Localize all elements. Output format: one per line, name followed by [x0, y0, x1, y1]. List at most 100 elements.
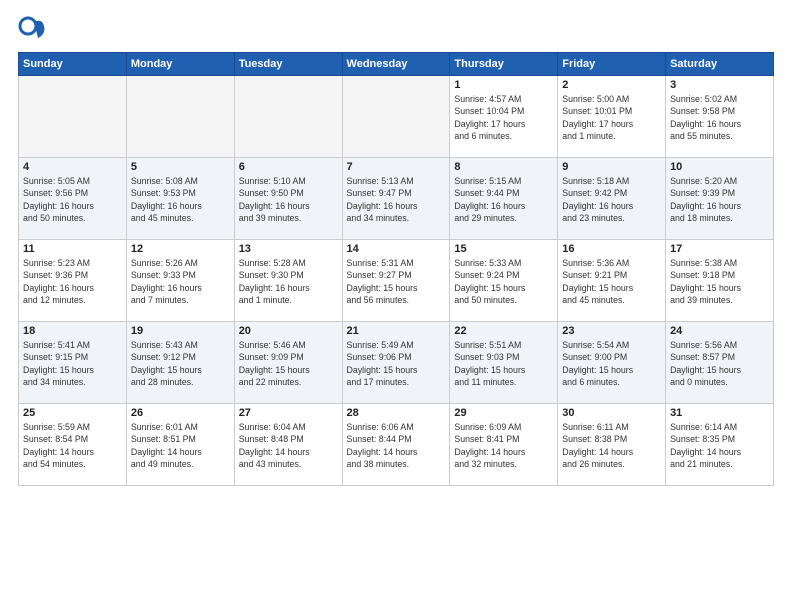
day-number: 31 — [670, 407, 769, 419]
day-number: 17 — [670, 243, 769, 255]
day-number: 10 — [670, 161, 769, 173]
day-number: 11 — [23, 243, 122, 255]
calendar-cell: 3 Sunrise: 5:02 AM Sunset: 9:58 PM Daylig… — [666, 76, 774, 158]
calendar-cell — [234, 76, 342, 158]
day-number: 16 — [562, 243, 661, 255]
weekday-header: Friday — [558, 53, 666, 76]
day-info: Sunrise: 4:57 AM Sunset: 10:04 PM Daylig… — [454, 93, 553, 142]
day-number: 26 — [131, 407, 230, 419]
weekday-header: Sunday — [19, 53, 127, 76]
calendar-cell: 6 Sunrise: 5:10 AM Sunset: 9:50 PM Daylig… — [234, 158, 342, 240]
day-info: Sunrise: 5:36 AM Sunset: 9:21 PM Dayligh… — [562, 257, 661, 306]
day-info: Sunrise: 5:59 AM Sunset: 8:54 PM Dayligh… — [23, 421, 122, 470]
day-info: Sunrise: 5:20 AM Sunset: 9:39 PM Dayligh… — [670, 175, 769, 224]
calendar-cell: 25 Sunrise: 5:59 AM Sunset: 8:54 PM Dayli… — [19, 404, 127, 486]
calendar-cell: 23 Sunrise: 5:54 AM Sunset: 9:00 PM Dayli… — [558, 322, 666, 404]
calendar: SundayMondayTuesdayWednesdayThursdayFrid… — [18, 52, 774, 486]
day-number: 15 — [454, 243, 553, 255]
calendar-cell: 14 Sunrise: 5:31 AM Sunset: 9:27 PM Dayli… — [342, 240, 450, 322]
calendar-cell: 29 Sunrise: 6:09 AM Sunset: 8:41 PM Dayli… — [450, 404, 558, 486]
day-number: 22 — [454, 325, 553, 337]
day-number: 1 — [454, 79, 553, 91]
calendar-week-row: 18 Sunrise: 5:41 AM Sunset: 9:15 PM Dayli… — [19, 322, 774, 404]
calendar-cell: 10 Sunrise: 5:20 AM Sunset: 9:39 PM Dayli… — [666, 158, 774, 240]
day-info: Sunrise: 5:08 AM Sunset: 9:53 PM Dayligh… — [131, 175, 230, 224]
weekday-header: Wednesday — [342, 53, 450, 76]
day-info: Sunrise: 6:01 AM Sunset: 8:51 PM Dayligh… — [131, 421, 230, 470]
calendar-week-row: 1 Sunrise: 4:57 AM Sunset: 10:04 PM Dayli… — [19, 76, 774, 158]
calendar-week-row: 25 Sunrise: 5:59 AM Sunset: 8:54 PM Dayli… — [19, 404, 774, 486]
day-info: Sunrise: 5:18 AM Sunset: 9:42 PM Dayligh… — [562, 175, 661, 224]
day-info: Sunrise: 5:38 AM Sunset: 9:18 PM Dayligh… — [670, 257, 769, 306]
day-info: Sunrise: 5:31 AM Sunset: 9:27 PM Dayligh… — [347, 257, 446, 306]
calendar-cell: 31 Sunrise: 6:14 AM Sunset: 8:35 PM Dayli… — [666, 404, 774, 486]
day-number: 20 — [239, 325, 338, 337]
calendar-cell: 22 Sunrise: 5:51 AM Sunset: 9:03 PM Dayli… — [450, 322, 558, 404]
calendar-cell — [126, 76, 234, 158]
day-info: Sunrise: 5:46 AM Sunset: 9:09 PM Dayligh… — [239, 339, 338, 388]
day-info: Sunrise: 5:43 AM Sunset: 9:12 PM Dayligh… — [131, 339, 230, 388]
day-info: Sunrise: 5:41 AM Sunset: 9:15 PM Dayligh… — [23, 339, 122, 388]
calendar-cell: 27 Sunrise: 6:04 AM Sunset: 8:48 PM Dayli… — [234, 404, 342, 486]
day-info: Sunrise: 5:15 AM Sunset: 9:44 PM Dayligh… — [454, 175, 553, 224]
day-info: Sunrise: 6:04 AM Sunset: 8:48 PM Dayligh… — [239, 421, 338, 470]
day-number: 14 — [347, 243, 446, 255]
calendar-cell: 2Sunrise: 5:00 AM Sunset: 10:01 PM Dayli… — [558, 76, 666, 158]
day-info: Sunrise: 5:23 AM Sunset: 9:36 PM Dayligh… — [23, 257, 122, 306]
calendar-cell: 18 Sunrise: 5:41 AM Sunset: 9:15 PM Dayli… — [19, 322, 127, 404]
logo — [18, 16, 50, 44]
day-number: 23 — [562, 325, 661, 337]
weekday-header: Monday — [126, 53, 234, 76]
day-number: 7 — [347, 161, 446, 173]
day-info: Sunrise: 5:02 AM Sunset: 9:58 PM Dayligh… — [670, 93, 769, 142]
weekday-header: Tuesday — [234, 53, 342, 76]
page: SundayMondayTuesdayWednesdayThursdayFrid… — [0, 0, 792, 612]
calendar-cell: 28 Sunrise: 6:06 AM Sunset: 8:44 PM Dayli… — [342, 404, 450, 486]
day-number: 24 — [670, 325, 769, 337]
day-info: Sunrise: 5:54 AM Sunset: 9:00 PM Dayligh… — [562, 339, 661, 388]
day-number: 27 — [239, 407, 338, 419]
day-info: Sunrise: 5:56 AM Sunset: 8:57 PM Dayligh… — [670, 339, 769, 388]
weekday-header: Thursday — [450, 53, 558, 76]
day-number: 8 — [454, 161, 553, 173]
day-info: Sunrise: 5:00 AM Sunset: 10:01 PM Daylig… — [562, 93, 661, 142]
day-number: 25 — [23, 407, 122, 419]
day-info: Sunrise: 5:10 AM Sunset: 9:50 PM Dayligh… — [239, 175, 338, 224]
day-info: Sunrise: 5:13 AM Sunset: 9:47 PM Dayligh… — [347, 175, 446, 224]
calendar-week-row: 4 Sunrise: 5:05 AM Sunset: 9:56 PM Daylig… — [19, 158, 774, 240]
day-info: Sunrise: 6:11 AM Sunset: 8:38 PM Dayligh… — [562, 421, 661, 470]
day-info: Sunrise: 5:51 AM Sunset: 9:03 PM Dayligh… — [454, 339, 553, 388]
day-number: 9 — [562, 161, 661, 173]
calendar-cell: 13Sunrise: 5:28 AM Sunset: 9:30 PM Dayli… — [234, 240, 342, 322]
calendar-header-row: SundayMondayTuesdayWednesdayThursdayFrid… — [19, 53, 774, 76]
day-info: Sunrise: 5:05 AM Sunset: 9:56 PM Dayligh… — [23, 175, 122, 224]
weekday-header: Saturday — [666, 53, 774, 76]
day-number: 4 — [23, 161, 122, 173]
calendar-cell — [19, 76, 127, 158]
day-info: Sunrise: 5:26 AM Sunset: 9:33 PM Dayligh… — [131, 257, 230, 306]
day-number: 5 — [131, 161, 230, 173]
day-info: Sunrise: 6:14 AM Sunset: 8:35 PM Dayligh… — [670, 421, 769, 470]
day-info: Sunrise: 6:06 AM Sunset: 8:44 PM Dayligh… — [347, 421, 446, 470]
calendar-cell: 19 Sunrise: 5:43 AM Sunset: 9:12 PM Dayli… — [126, 322, 234, 404]
calendar-cell: 4 Sunrise: 5:05 AM Sunset: 9:56 PM Daylig… — [19, 158, 127, 240]
day-number: 3 — [670, 79, 769, 91]
day-info: Sunrise: 5:33 AM Sunset: 9:24 PM Dayligh… — [454, 257, 553, 306]
day-number: 29 — [454, 407, 553, 419]
day-number: 28 — [347, 407, 446, 419]
day-info: Sunrise: 6:09 AM Sunset: 8:41 PM Dayligh… — [454, 421, 553, 470]
calendar-cell: 16 Sunrise: 5:36 AM Sunset: 9:21 PM Dayli… — [558, 240, 666, 322]
day-number: 12 — [131, 243, 230, 255]
calendar-cell: 9 Sunrise: 5:18 AM Sunset: 9:42 PM Daylig… — [558, 158, 666, 240]
logo-icon — [18, 16, 46, 44]
calendar-cell: 15 Sunrise: 5:33 AM Sunset: 9:24 PM Dayli… — [450, 240, 558, 322]
day-info: Sunrise: 5:49 AM Sunset: 9:06 PM Dayligh… — [347, 339, 446, 388]
header — [18, 16, 774, 44]
calendar-cell: 1 Sunrise: 4:57 AM Sunset: 10:04 PM Dayli… — [450, 76, 558, 158]
calendar-cell: 30Sunrise: 6:11 AM Sunset: 8:38 PM Dayli… — [558, 404, 666, 486]
day-number: 19 — [131, 325, 230, 337]
day-number: 18 — [23, 325, 122, 337]
calendar-cell: 21Sunrise: 5:49 AM Sunset: 9:06 PM Dayli… — [342, 322, 450, 404]
day-number: 6 — [239, 161, 338, 173]
calendar-week-row: 11 Sunrise: 5:23 AM Sunset: 9:36 PM Dayli… — [19, 240, 774, 322]
